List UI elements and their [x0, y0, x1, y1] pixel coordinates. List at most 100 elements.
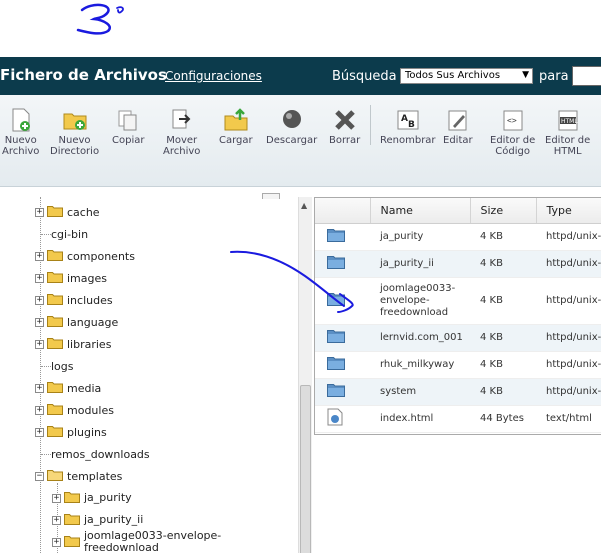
code-editor-icon: <> [500, 107, 526, 133]
tree-item[interactable]: + cache [35, 203, 100, 221]
file-type-cell: httpd/unix-d [536, 277, 601, 325]
tree-item[interactable]: cgi-bin [41, 225, 88, 243]
collapse-icon[interactable]: − [35, 471, 44, 481]
table-row[interactable]: rhuk_milkyway 4 KBhttpd/unix-d [315, 351, 601, 379]
tree-scrollbar[interactable]: ▲ [298, 197, 312, 553]
file-size-cell: 44 Bytes [470, 405, 536, 433]
expand-icon[interactable]: + [35, 251, 44, 261]
tree-item[interactable]: + libraries [35, 335, 111, 353]
tree-item[interactable]: logs [41, 357, 74, 375]
delete-icon [332, 107, 358, 133]
tree-item-label: templates [67, 469, 123, 483]
tree-item[interactable]: − templates [35, 467, 122, 485]
delete-label: Borrar [329, 135, 361, 146]
file-manager-window: Fichero de Archivos Configuraciones Búsq… [0, 0, 601, 553]
column-header-icon [315, 198, 371, 224]
scroll-up-icon[interactable]: ▲ [301, 201, 307, 210]
expand-icon[interactable]: + [35, 427, 44, 437]
code-editor-button[interactable]: <> Editor de Código [490, 107, 535, 157]
tree-subitem[interactable]: + joomlage0033-envelope- freedownload [52, 529, 222, 553]
expand-icon[interactable]: + [52, 493, 61, 503]
search-input[interactable] [572, 66, 601, 86]
table-row[interactable]: ja_purity_ii 4 KBhttpd/unix-d [315, 250, 601, 278]
move-file-button[interactable]: Mover Archivo [163, 107, 200, 157]
download-button[interactable]: Descargar [266, 107, 317, 146]
tree-item[interactable]: + images [35, 269, 107, 287]
header-bar: Fichero de Archivos Configuraciones Búsq… [0, 57, 601, 95]
expand-icon[interactable]: + [35, 383, 44, 393]
file-table: Name Size Type ja_purity4 KBhttpd/unix-d… [315, 198, 601, 433]
tree-item[interactable]: + language [35, 313, 118, 331]
svg-text:<>: <> [507, 116, 517, 125]
tree-item-label: joomlage0033-envelope- freedownload [84, 529, 222, 553]
delete-button[interactable]: Borrar [329, 107, 360, 146]
download-label: Descargar [266, 135, 318, 146]
upload-button[interactable]: Cargar [219, 107, 253, 146]
tree-item-label: modules [67, 403, 114, 417]
file-name: lernvid.com_001 [380, 331, 463, 343]
tree-subitem[interactable]: + ja_purity_ii [52, 511, 143, 529]
column-header-type[interactable]: Type [536, 198, 601, 224]
tree-item[interactable]: + modules [35, 401, 114, 419]
table-row[interactable]: system 4 KBhttpd/unix-d [315, 378, 601, 406]
expand-icon[interactable]: + [52, 537, 61, 547]
file-size-cell: 4 KB [470, 223, 536, 251]
table-row[interactable]: ja_purity 4 KBhttpd/unix-d [315, 223, 601, 251]
folder-icon [327, 330, 345, 346]
folder-icon [327, 293, 345, 309]
column-header-name[interactable]: Name [370, 198, 471, 224]
folder-icon [47, 293, 67, 308]
folder-icon [47, 403, 67, 418]
file-type-cell: httpd/unix-d [536, 250, 601, 278]
search-scope-select[interactable]: Todos Sus Archivos ▼ [400, 68, 533, 84]
table-row[interactable]: index.html 44 Bytes text/html [315, 405, 601, 433]
rename-icon: AB [395, 107, 421, 133]
file-icon-cell [315, 378, 370, 406]
tree-item-label: images [67, 271, 107, 285]
file-name: ja_purity [380, 230, 424, 242]
file-name-cell: ja_purity_ii [370, 250, 470, 278]
code-editor-label: Editor de Código [490, 135, 536, 157]
file-table-header: Name Size Type [315, 198, 601, 224]
file-name: joomlage0033- envelope- freedownload [380, 282, 456, 318]
edit-button[interactable]: Editar [443, 107, 473, 146]
new-folder-button[interactable]: Nuevo Directorio [50, 107, 99, 157]
tree-subitem[interactable]: + ja_purity [52, 489, 132, 507]
table-row[interactable]: joomlage0033- envelope- freedownload 4 KB… [315, 277, 601, 325]
file-size-cell: 4 KB [470, 378, 536, 406]
tree-item[interactable]: + includes [35, 291, 113, 309]
expand-icon[interactable]: + [35, 339, 44, 349]
expand-icon[interactable]: + [35, 405, 44, 415]
tree-scrollbar-thumb[interactable] [300, 385, 311, 553]
pane-resize-handle[interactable] [262, 193, 280, 199]
copy-button[interactable]: Copiar [112, 107, 144, 146]
expand-icon[interactable]: + [35, 295, 44, 305]
folder-icon [47, 425, 67, 440]
tree-item-label: ja_purity [84, 491, 132, 504]
file-name-cell: joomlage0033- envelope- freedownload [370, 277, 470, 325]
new-file-button[interactable]: Nuevo Archivo [2, 107, 39, 157]
expand-icon[interactable]: + [35, 273, 44, 283]
html-editor-button[interactable]: HTML Editor de HTML [545, 107, 590, 157]
tree-item-label: components [67, 249, 135, 263]
tree-item[interactable]: + media [35, 379, 101, 397]
edit-label: Editar [443, 135, 473, 146]
tree-item[interactable]: remos_downloads [41, 445, 150, 463]
tree-item[interactable]: + plugins [35, 423, 107, 441]
table-row[interactable]: lernvid.com_001 4 KBhttpd/unix-d [315, 324, 601, 352]
file-name-cell: system [370, 378, 470, 406]
tree-item-label: remos_downloads [51, 447, 150, 461]
settings-link[interactable]: Configuraciones [165, 69, 262, 83]
rename-button[interactable]: AB Renombrar [380, 107, 436, 146]
expand-icon[interactable]: + [35, 207, 44, 217]
expand-icon[interactable]: + [52, 515, 61, 525]
tree-item[interactable]: + components [35, 247, 135, 265]
file-icon-cell [315, 405, 370, 433]
expand-icon[interactable]: + [35, 317, 44, 327]
column-header-size[interactable]: Size [470, 198, 537, 224]
html-editor-icon: HTML [555, 107, 581, 133]
file-list-pane: Name Size Type ja_purity4 KBhttpd/unix-d… [314, 197, 601, 435]
file-name-cell: rhuk_milkyway [370, 351, 470, 379]
file-name: rhuk_milkyway [380, 358, 455, 370]
tree-item-label: media [67, 381, 102, 395]
